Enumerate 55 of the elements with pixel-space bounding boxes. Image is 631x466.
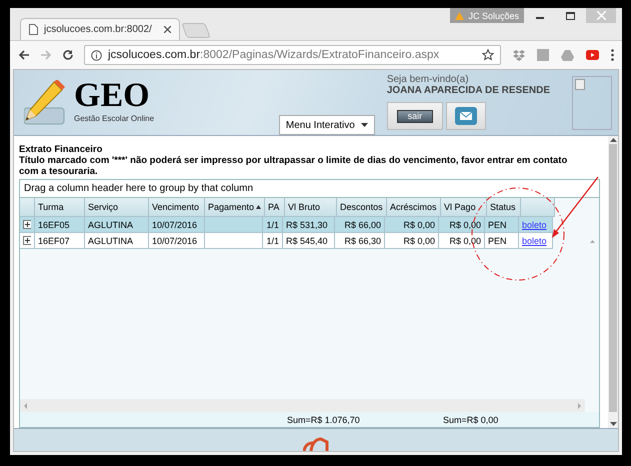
mail-button[interactable]	[446, 102, 486, 130]
menu-dropdown[interactable]: Menu Interativo	[278, 115, 375, 135]
menu-icon[interactable]	[611, 49, 614, 61]
close-tab-icon[interactable]	[164, 26, 171, 33]
reload-icon[interactable]	[62, 49, 74, 61]
logo-subtitle: Gestão Escolar Online	[74, 114, 154, 123]
caret-icon	[360, 123, 368, 127]
logo-icon	[303, 437, 329, 451]
grid-row[interactable]: 16EF07 AGLUTINA 10/07/2016 1/1 R$ 545,40 R$ 66,30 R$ 0,00 R$ 0,00 PEN boleto	[20, 233, 553, 249]
table-cell	[205, 233, 263, 249]
table-cell: R$ 0,00	[385, 233, 439, 249]
broken-image	[572, 76, 612, 130]
browser-tab[interactable]: jcsolucoes.com.br:8002/	[20, 18, 180, 40]
table-cell: PEN	[485, 233, 519, 249]
page-icon	[29, 24, 38, 35]
scroll-right-icon[interactable]	[578, 402, 581, 408]
sort-icon	[254, 205, 262, 209]
scroll-down-icon[interactable]	[610, 422, 616, 426]
page-scrollbar[interactable]	[608, 136, 618, 428]
address-bar[interactable]: jcsolucoes.com.br:8002/Paginas/Wizards/ExtratoFinanceiro.aspx	[84, 45, 501, 65]
back-icon[interactable]	[18, 49, 30, 61]
table-cell: R$ 545,40	[283, 233, 335, 249]
boleto-link[interactable]: boleto	[522, 236, 547, 246]
sum-text: Sum=R$ 1.076,70	[287, 414, 360, 424]
star-icon[interactable]	[482, 49, 494, 61]
table-cell: 10/07/2016	[149, 233, 205, 249]
table-cell: AGLUTINA	[85, 233, 149, 249]
logo-text: GEO	[74, 80, 151, 112]
notice-text: Título marcado com '***' não poderá ser impresso por ultrapassar o limite de dias do vencimento, favor entrar em contato com a tesouraria.	[19, 155, 568, 177]
welcome-text: Seja bem-vindo(a)	[386, 74, 470, 85]
annotation-arrow	[552, 176, 599, 238]
pencil-ruler-icon	[24, 80, 66, 126]
dropbox-icon[interactable]	[513, 50, 525, 60]
section-title: Extrato Financeiro	[19, 144, 104, 155]
table-cell: R$ 66,30	[335, 233, 385, 249]
mail-icon	[454, 107, 477, 125]
scroll-left-icon[interactable]	[24, 402, 27, 408]
scroll-up-icon[interactable]	[610, 138, 616, 142]
table-cell: R$ 0,00	[439, 233, 485, 249]
expand-icon[interactable]	[23, 220, 31, 229]
video-icon[interactable]	[586, 50, 599, 60]
group-panel: Drag a column header here to group by that column	[20, 180, 599, 198]
close-icon	[596, 11, 606, 20]
horizontal-scrollbar[interactable]	[20, 399, 585, 412]
maximize-icon[interactable]	[566, 12, 574, 20]
user-name: JOANA APARECIDA DE RESENDE	[386, 85, 550, 96]
expand-icon[interactable]	[23, 236, 31, 245]
table-cell: 16EF07	[35, 233, 85, 249]
boleto-link[interactable]: boleto	[522, 220, 547, 230]
logout-button[interactable]: sair	[396, 110, 433, 122]
warning-icon	[455, 12, 464, 20]
info-icon	[91, 50, 102, 60]
sum-text: Sum=R$ 0,00	[443, 414, 498, 424]
table-cell: 1/1	[263, 233, 283, 249]
grid-row[interactable]: 16EF05 AGLUTINA 10/07/2016 1/1 R$ 531,30 R$ 66,00 R$ 0,00 R$ 0,00 PEN boleto	[20, 217, 553, 233]
